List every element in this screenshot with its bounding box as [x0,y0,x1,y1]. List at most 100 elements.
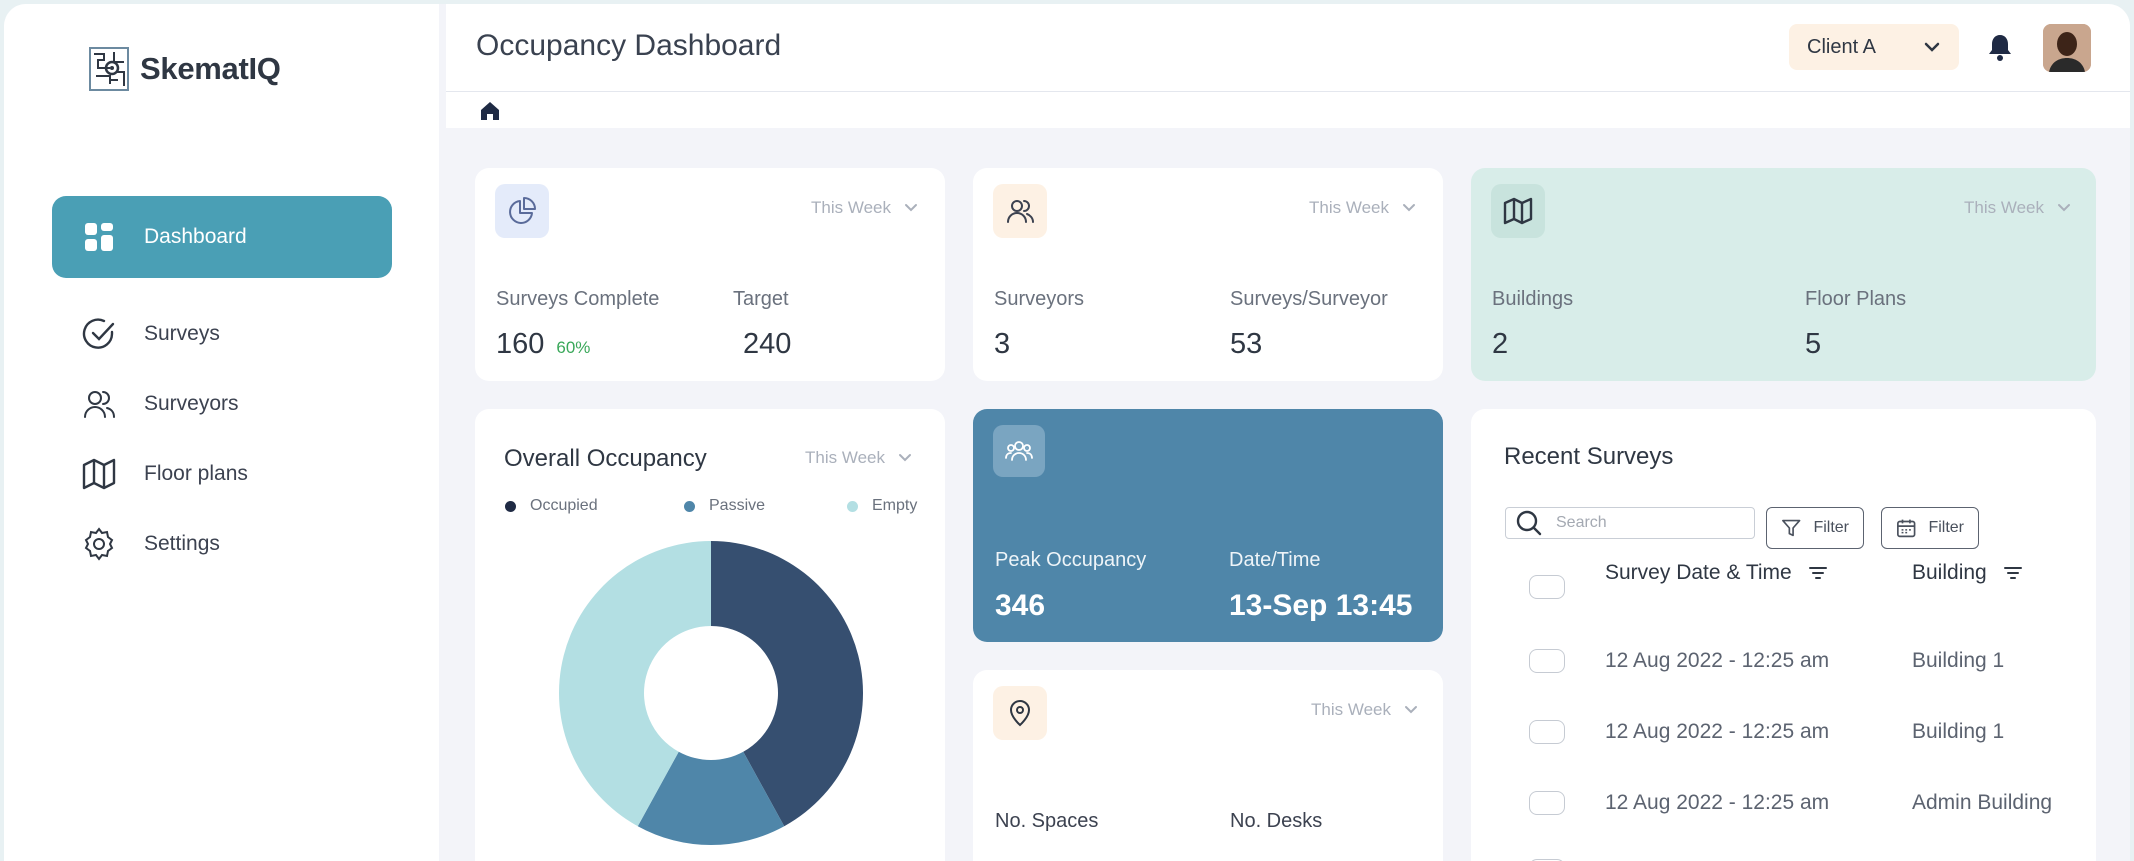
row-checkbox[interactable] [1529,791,1565,815]
surveys-card: This Week Surveys Complete 160 60% Target… [475,168,945,381]
period-label: This Week [1309,198,1389,217]
sort-filter-icon [2003,567,2022,579]
client-select[interactable]: Client A [1789,24,1959,70]
occupancy-card: Overall Occupancy This Week Occupied Pas… [475,409,945,861]
cell-building: Building 1 [1912,720,2005,743]
filter-label: Filter [1928,519,1964,536]
date-filter-button[interactable]: Filter [1881,507,1979,549]
column-header-building[interactable]: Building [1912,561,2023,585]
stat-label: No. Spaces [995,810,1099,832]
team-icon [1005,441,1033,461]
stat-value: 53 [1230,328,1263,360]
grid-icon [85,223,113,251]
calendar-icon [1897,519,1916,538]
column-header-label: Survey Date & Time [1605,561,1792,584]
users-icon-tile [993,425,1045,477]
column-header-date[interactable]: Survey Date & Time [1605,561,1828,585]
filter-button[interactable]: Filter [1766,507,1864,549]
occupancy-donut-chart [559,541,863,845]
nav-label-settings: Settings [144,532,220,555]
nav-label-surveys: Surveys [144,322,220,345]
cell-date: 12 Aug 2022 - 12:25 am [1605,720,1830,743]
nav-item-dashboard[interactable]: Dashboard [52,196,392,278]
cell-building: Building 1 [1912,649,2005,672]
chevron-down-icon [2058,204,2070,212]
stat-label: Peak Occupancy [995,549,1147,571]
top-header: Occupancy Dashboard Client A [446,4,2130,92]
app-name: SkematIQ [140,51,281,86]
period-label: This Week [1964,198,2044,217]
legend-label: Empty [872,497,918,514]
card-title: Overall Occupancy [504,445,707,472]
users-icon [1007,200,1034,223]
cell-date: 12 Aug 2022 - 12:25 am [1605,791,1830,814]
select-all-checkbox[interactable] [1529,575,1565,599]
nav-label-dashboard: Dashboard [144,225,247,248]
spaces-card: This Week No. Spaces No. Desks [973,670,1443,861]
client-select-value: Client A [1807,35,1876,58]
map-icon [1503,197,1533,225]
map-icon [82,458,116,490]
period-label: This Week [805,448,885,467]
check-circle-icon [82,318,115,349]
period-label: This Week [1311,700,1391,719]
search-input[interactable] [1556,514,1726,532]
legend-dot [684,500,695,512]
pie-icon-tile [495,184,549,238]
cell-building: Admin Building [1912,791,2053,814]
logo-icon [89,47,129,91]
period-select[interactable]: This Week [1964,198,2072,218]
period-select[interactable]: This Week [1309,198,1417,218]
surveys-complete-value: 160 [496,328,545,360]
page-title: Occupancy Dashboard [476,29,782,62]
stat-value: 3 [994,328,1011,360]
period-select[interactable]: This Week [811,198,919,218]
filter-label: Filter [1813,519,1849,536]
surveys-pct: 60% [556,338,591,357]
stat-label: Target [733,288,789,310]
row-checkbox[interactable] [1529,720,1565,744]
stat-label: Surveyors [994,288,1085,310]
legend-dot [505,500,516,512]
stat-label: Buildings [1492,288,1574,310]
pin-icon-tile [993,686,1047,740]
app-frame: SkematIQ Dashboard Surveys Surveyors Flo… [4,4,2130,861]
stat-label: Surveys Complete [496,288,660,310]
stat-value: 160 60% [496,328,590,361]
users-icon [84,391,115,418]
card-title: Recent Surveys [1504,443,1674,470]
stat-label: No. Desks [1230,810,1323,832]
stat-label: Surveys/Surveyor [1230,288,1388,310]
gear-icon [84,527,114,561]
surveyors-card: This Week Surveyors 3 Surveys/Surveyor 5… [973,168,1443,381]
users-icon-tile [993,184,1047,238]
cell-date: 12 Aug 2022 - 12:25 am [1605,649,1830,672]
period-select[interactable]: This Week [805,448,913,468]
stat-value: 346 [995,589,1046,622]
logo[interactable]: SkematIQ [88,46,281,92]
filter-icon [1782,519,1801,537]
search-field[interactable] [1505,507,1755,539]
breadcrumb [446,92,2130,128]
row-checkbox[interactable] [1529,649,1565,673]
legend-label: Occupied [530,497,598,514]
stat-value: 2 [1492,328,1509,360]
stat-label: Floor Plans [1805,288,1907,310]
column-header-label: Building [1912,561,1987,584]
legend-item: Empty [847,497,917,515]
stat-value: 240 [743,328,792,360]
bell-icon[interactable] [1986,32,2014,62]
stat-value: 5 [1805,328,1822,360]
sidebar: SkematIQ Dashboard Surveys Surveyors Flo… [4,4,439,861]
map-icon-tile [1491,184,1545,238]
home-icon[interactable] [479,100,501,122]
chevron-down-icon [1924,42,1940,52]
legend-dot [847,500,858,512]
legend-item: Occupied [505,497,598,515]
avatar[interactable] [2043,24,2091,72]
legend-item: Passive [684,497,765,515]
period-select[interactable]: This Week [1311,700,1419,720]
nav-label-floor-plans: Floor plans [144,462,248,485]
nav-item-settings[interactable]: Settings [52,503,392,585]
buildings-card: This Week Buildings 2 Floor Plans 5 [1471,168,2096,381]
